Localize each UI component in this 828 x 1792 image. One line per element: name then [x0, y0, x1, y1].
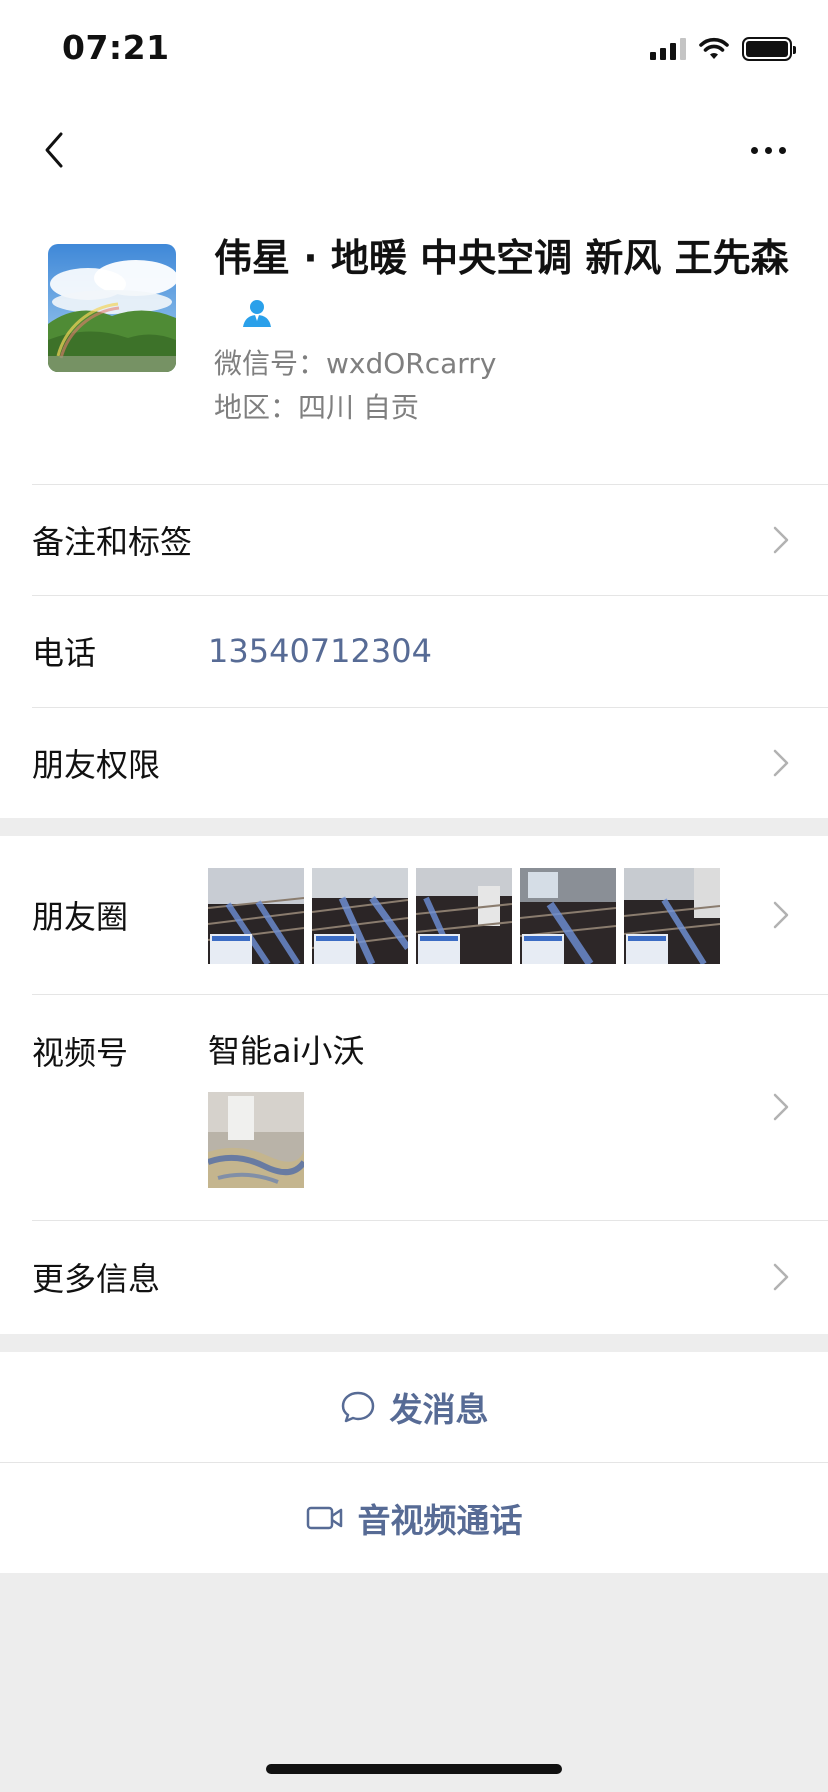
battery-icon	[742, 37, 796, 61]
moments-photo	[312, 868, 408, 964]
info-group: 备注和标签 电话 13540712304 朋友权限	[0, 484, 828, 818]
contact-profile-screen: 07:21 伟星 · 地暖 中央空调 新风 王先森 微信号：wxdORcarry…	[0, 0, 828, 1792]
channel-name: 智能ai小沃	[208, 1032, 365, 1070]
chevron-right-icon	[773, 901, 789, 929]
cell-label: 更多信息	[32, 1260, 161, 1298]
wechat-id: 微信号：wxdORcarry	[214, 347, 497, 380]
video-camera-icon	[306, 1506, 342, 1530]
region: 地区：四川 自贡	[214, 391, 419, 424]
cell-label: 视频号	[32, 1034, 129, 1072]
moments-thumbnails	[208, 868, 720, 964]
cell-label: 朋友权限	[32, 745, 161, 784]
chat-bubble-icon	[341, 1391, 374, 1423]
send-message-button[interactable]: 发消息	[0, 1352, 828, 1462]
cell-remarks-tags[interactable]: 备注和标签	[0, 484, 828, 595]
chevron-right-icon	[773, 749, 789, 776]
cell-label: 朋友圈	[32, 898, 129, 936]
back-button[interactable]	[24, 118, 84, 182]
profile-info: 伟星 · 地暖 中央空调 新风 王先森 微信号：wxdORcarry 地区：四川…	[214, 232, 794, 430]
status-bar: 07:21	[0, 0, 828, 100]
cell-label: 备注和标签	[32, 522, 193, 561]
more-dots-icon	[750, 146, 758, 154]
chevron-right-icon	[773, 526, 789, 553]
cell-moments[interactable]: 朋友圈	[0, 836, 828, 994]
cell-label: 电话	[32, 634, 97, 672]
moments-photo	[624, 868, 720, 964]
more-button[interactable]	[728, 118, 808, 182]
phone-number[interactable]: 13540712304	[208, 632, 432, 670]
send-message-label: 发消息	[389, 1390, 489, 1429]
profile-header: 伟星 · 地暖 中央空调 新风 王先森 微信号：wxdORcarry 地区：四川…	[0, 200, 828, 484]
channel-video-thumbnail	[208, 1092, 304, 1188]
moments-photo	[208, 868, 304, 964]
contact-name-text: 伟星 · 地暖 中央空调 新风 王先森	[214, 236, 789, 280]
person-icon	[243, 299, 271, 327]
home-indicator[interactable]	[266, 1764, 562, 1774]
video-call-label: 音视频通话	[357, 1501, 523, 1540]
social-group: 朋友圈 视频号 智能ai小沃 更多信息	[0, 836, 828, 1334]
wifi-icon	[699, 37, 729, 59]
cell-more-info[interactable]: 更多信息	[0, 1220, 828, 1334]
status-time: 07:21	[62, 28, 170, 67]
video-call-button[interactable]: 音视频通话	[0, 1463, 828, 1573]
cell-friend-permissions[interactable]: 朋友权限	[0, 707, 828, 818]
chevron-left-icon	[45, 132, 63, 168]
contact-name: 伟星 · 地暖 中央空调 新风 王先森	[214, 232, 794, 336]
cell-phone[interactable]: 电话 13540712304	[0, 595, 828, 707]
avatar[interactable]	[48, 244, 176, 372]
cellular-signal-icon	[650, 38, 686, 60]
nav-bar	[0, 100, 828, 200]
moments-photo	[520, 868, 616, 964]
cell-channels[interactable]: 视频号 智能ai小沃	[0, 994, 828, 1220]
status-icons	[650, 36, 796, 62]
avatar-image	[48, 244, 176, 372]
chevron-right-icon	[773, 1263, 789, 1291]
moments-photo	[416, 868, 512, 964]
chevron-right-icon	[773, 1093, 789, 1121]
